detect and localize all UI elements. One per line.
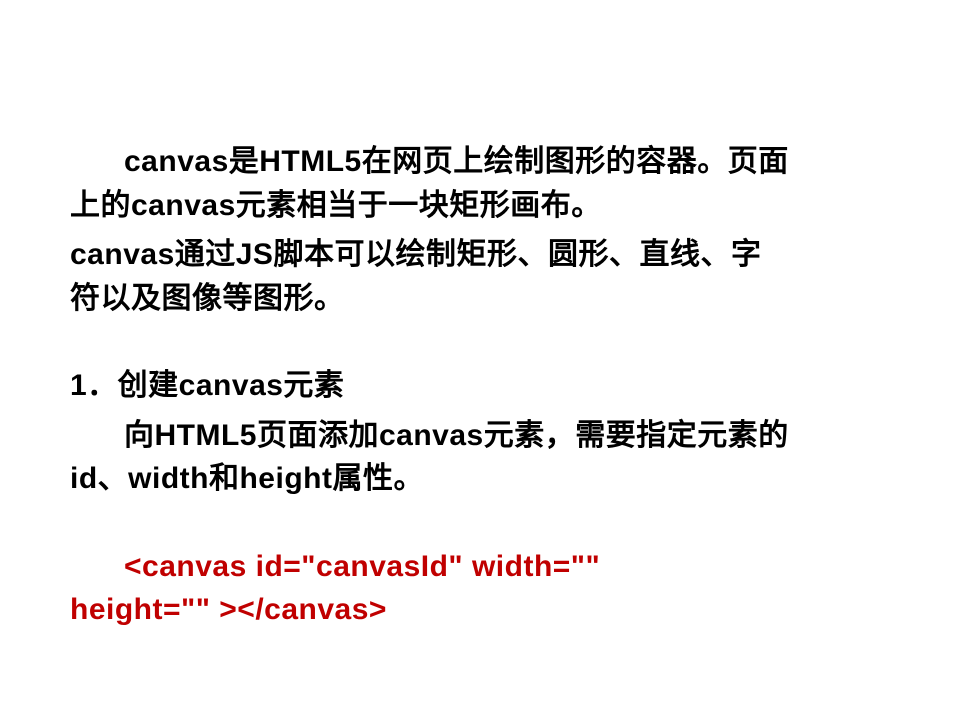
slide-content: canvas是HTML5在网页上绘制图形的容器。页面 上的canvas元素相当于… bbox=[0, 0, 960, 720]
paragraph-intro-1: canvas是HTML5在网页上绘制图形的容器。页面 上的canvas元素相当于… bbox=[70, 140, 890, 227]
spacer bbox=[70, 507, 890, 545]
code-snippet: <canvas id="canvasId" width="" height=""… bbox=[70, 545, 890, 632]
paragraph-step-1-desc: 向HTML5页面添加canvas元素，需要指定元素的 id、width和heig… bbox=[70, 414, 890, 501]
text-line: 向HTML5页面添加canvas元素，需要指定元素的 bbox=[70, 414, 789, 458]
heading-step-1: 1．创建canvas元素 bbox=[70, 364, 890, 408]
text-line: canvas是HTML5在网页上绘制图形的容器。页面 bbox=[70, 140, 789, 184]
text-line: 1．创建canvas元素 bbox=[70, 369, 344, 402]
text-line: 上的canvas元素相当于一块矩形画布。 bbox=[70, 189, 602, 222]
spacer bbox=[70, 326, 890, 364]
text-line: canvas通过JS脚本可以绘制矩形、圆形、直线、字 bbox=[70, 238, 761, 271]
code-line: <canvas id="canvasId" width="" bbox=[70, 545, 600, 589]
text-line: 符以及图像等图形。 bbox=[70, 282, 345, 315]
paragraph-intro-2: canvas通过JS脚本可以绘制矩形、圆形、直线、字 符以及图像等图形。 bbox=[70, 233, 890, 320]
code-line: height="" ></canvas> bbox=[70, 593, 387, 626]
text-line: id、width和height属性。 bbox=[70, 462, 424, 495]
